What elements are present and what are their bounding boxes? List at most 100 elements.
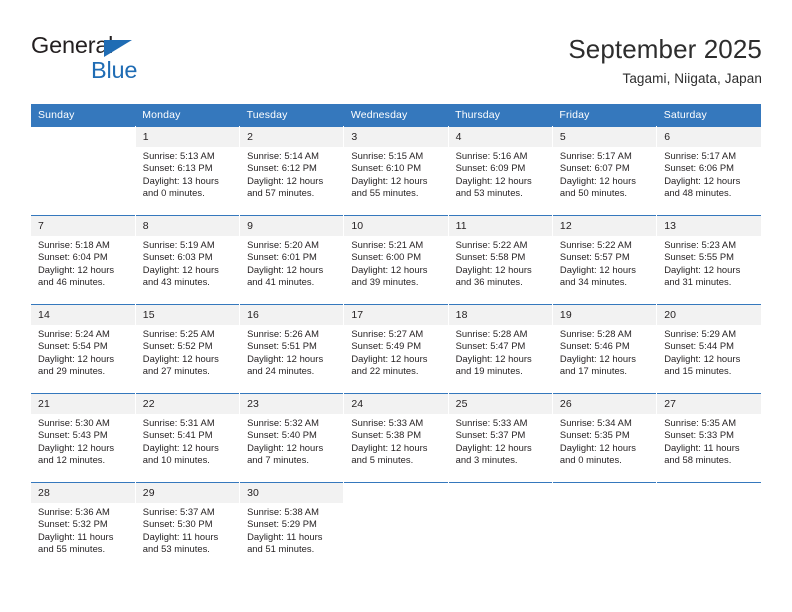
day-daylight-2-text: and 31 minutes. [664, 276, 732, 288]
calendar-day-cell[interactable]: 13 Sunrise: 5:23 AM Sunset: 5:55 PM Dayligh… [656, 215, 761, 305]
day-sun-info: Sunrise: 5:29 AM Sunset: 5:44 PM Daylight:… [657, 325, 761, 378]
day-daylight-1-text: Daylight: 12 hours [38, 441, 115, 453]
calendar-day-cell[interactable]: 8 Sunrise: 5:19 AM Sunset: 6:03 PM Daylight… [135, 215, 241, 305]
day-cell-content: 17 Sunrise: 5:27 AM Sunset: 5:49 PM Dayligh… [344, 305, 448, 393]
calendar-day-cell[interactable]: 26 Sunrise: 5:34 AM Sunset: 5:35 PM Dayligh… [552, 393, 658, 483]
calendar-day-cell[interactable]: 15 Sunrise: 5:25 AM Sunset: 5:52 PM Dayligh… [135, 304, 241, 394]
day-daylight-2-text: and 17 minutes. [559, 365, 628, 377]
day-sun-info: Sunrise: 5:26 AM Sunset: 5:51 PM Daylight:… [240, 325, 343, 378]
day-daylight-1-text: Daylight: 12 hours [247, 441, 324, 453]
day-daylight-2-text: and 50 minutes. [559, 187, 628, 199]
day-cell-content: 18 Sunrise: 5:28 AM Sunset: 5:47 PM Dayligh… [448, 305, 552, 393]
day-sunset-text: Sunset: 6:04 PM [38, 251, 108, 263]
day-cell-content [657, 483, 761, 571]
calendar-day-cell[interactable]: 28 Sunrise: 5:36 AM Sunset: 5:32 PM Dayligh… [31, 482, 136, 572]
day-daylight-1-text: Daylight: 12 hours [142, 441, 219, 453]
calendar-day-cell[interactable]: 7 Sunrise: 5:18 AM Sunset: 6:04 PM Daylight… [31, 215, 136, 305]
calendar-day-cell[interactable]: 30 Sunrise: 5:38 AM Sunset: 5:29 PM Dayligh… [239, 482, 345, 572]
day-number: 7 [31, 216, 135, 236]
calendar-day-cell[interactable]: 6 Sunrise: 5:17 AM Sunset: 6:06 PM Daylight… [656, 126, 761, 216]
day-sun-info: Sunrise: 5:33 AM Sunset: 5:38 PM Daylight:… [344, 414, 447, 467]
calendar-day-cell[interactable]: 20 Sunrise: 5:29 AM Sunset: 5:44 PM Dayligh… [656, 304, 761, 394]
day-sun-info: Sunrise: 5:14 AM Sunset: 6:12 PM Daylight:… [240, 147, 343, 200]
day-sun-info: Sunrise: 5:24 AM Sunset: 5:54 PM Daylight:… [31, 325, 135, 378]
day-number [552, 483, 657, 503]
day-sunset-text: Sunset: 6:03 PM [142, 251, 213, 263]
day-sun-info: Sunrise: 5:38 AM Sunset: 5:29 PM Daylight:… [240, 503, 343, 556]
calendar-day-cell[interactable]: 2 Sunrise: 5:14 AM Sunset: 6:12 PM Daylight… [239, 126, 345, 216]
day-sunset-text: Sunset: 6:13 PM [142, 162, 213, 174]
calendar-day-cell[interactable]: 29 Sunrise: 5:37 AM Sunset: 5:30 PM Dayligh… [135, 482, 241, 572]
calendar-day-cell-empty [448, 482, 553, 572]
calendar-day-cell[interactable]: 4 Sunrise: 5:16 AM Sunset: 6:09 PM Daylight… [448, 126, 553, 216]
calendar-day-cell[interactable]: 14 Sunrise: 5:24 AM Sunset: 5:54 PM Dayligh… [31, 304, 136, 394]
day-cell-content: 26 Sunrise: 5:34 AM Sunset: 5:35 PM Dayligh… [552, 394, 657, 482]
calendar-day-cell[interactable]: 9 Sunrise: 5:20 AM Sunset: 6:01 PM Daylight… [239, 215, 345, 305]
day-sunrise-text: Sunrise: 5:20 AM [247, 239, 319, 250]
calendar-day-cell[interactable]: 12 Sunrise: 5:22 AM Sunset: 5:57 PM Dayligh… [552, 215, 658, 305]
calendar-day-cell[interactable]: 17 Sunrise: 5:27 AM Sunset: 5:49 PM Dayligh… [343, 304, 449, 394]
calendar-day-cell[interactable]: 19 Sunrise: 5:28 AM Sunset: 5:46 PM Dayligh… [552, 304, 658, 394]
day-sunset-text: Sunset: 5:30 PM [142, 518, 213, 530]
day-sunset-text: Sunset: 6:01 PM [247, 251, 317, 263]
day-number: 15 [135, 305, 240, 325]
day-cell-content: 1 Sunrise: 5:13 AM Sunset: 6:13 PM Daylight… [135, 127, 240, 215]
day-daylight-2-text: and 48 minutes. [664, 187, 732, 199]
day-sun-info: Sunrise: 5:15 AM Sunset: 6:10 PM Daylight:… [344, 147, 447, 200]
day-sun-info: Sunrise: 5:34 AM Sunset: 5:35 PM Daylight:… [553, 414, 656, 467]
day-number: 22 [135, 394, 240, 414]
day-sunrise-text: Sunrise: 5:16 AM [455, 150, 528, 161]
calendar-day-cell[interactable]: 27 Sunrise: 5:35 AM Sunset: 5:33 PM Dayligh… [656, 393, 761, 483]
day-sunrise-text: Sunrise: 5:17 AM [559, 150, 632, 161]
calendar-day-cell[interactable]: 10 Sunrise: 5:21 AM Sunset: 6:00 PM Dayligh… [343, 215, 449, 305]
calendar-week-row: 7 Sunrise: 5:18 AM Sunset: 6:04 PM Daylight… [31, 215, 761, 305]
calendar-day-cell[interactable]: 11 Sunrise: 5:22 AM Sunset: 5:58 PM Dayligh… [448, 215, 553, 305]
day-sunset-text: Sunset: 6:12 PM [247, 162, 317, 174]
day-cell-content [31, 127, 135, 215]
day-sunrise-text: Sunrise: 5:24 AM [38, 328, 110, 339]
day-number [344, 483, 448, 503]
day-number: 6 [657, 127, 761, 147]
day-sunrise-text: Sunrise: 5:30 AM [38, 417, 110, 428]
day-sunset-text: Sunset: 5:57 PM [559, 251, 630, 263]
day-sun-info: Sunrise: 5:28 AM Sunset: 5:47 PM Daylight:… [449, 325, 552, 378]
logo-text-blue: Blue [91, 57, 138, 83]
day-number: 1 [135, 127, 240, 147]
day-sun-info: Sunrise: 5:33 AM Sunset: 5:37 PM Daylight:… [449, 414, 552, 467]
day-daylight-2-text: and 15 minutes. [664, 365, 732, 377]
day-sunrise-text: Sunrise: 5:26 AM [247, 328, 319, 339]
calendar-week-row: 28 Sunrise: 5:36 AM Sunset: 5:32 PM Dayligh… [31, 482, 761, 572]
day-cell-content: 29 Sunrise: 5:37 AM Sunset: 5:30 PM Dayligh… [135, 483, 240, 571]
calendar-day-cell[interactable]: 23 Sunrise: 5:32 AM Sunset: 5:40 PM Dayligh… [239, 393, 345, 483]
day-sunset-text: Sunset: 6:09 PM [455, 162, 526, 174]
day-sunrise-text: Sunrise: 5:13 AM [142, 150, 215, 161]
day-daylight-1-text: Daylight: 12 hours [455, 441, 532, 453]
calendar-day-cell[interactable]: 3 Sunrise: 5:15 AM Sunset: 6:10 PM Daylight… [343, 126, 449, 216]
day-sunrise-text: Sunrise: 5:17 AM [664, 150, 737, 161]
day-number: 14 [31, 305, 135, 325]
day-daylight-1-text: Daylight: 12 hours [247, 352, 324, 364]
calendar-day-cell[interactable]: 24 Sunrise: 5:33 AM Sunset: 5:38 PM Dayligh… [343, 393, 449, 483]
day-sun-info: Sunrise: 5:22 AM Sunset: 5:58 PM Daylight:… [449, 236, 552, 289]
weekday-header-sunday: Sunday [31, 104, 136, 127]
day-daylight-1-text: Daylight: 12 hours [559, 352, 637, 364]
calendar-day-cell[interactable]: 22 Sunrise: 5:31 AM Sunset: 5:41 PM Dayligh… [135, 393, 241, 483]
calendar-day-cell[interactable]: 1 Sunrise: 5:13 AM Sunset: 6:13 PM Daylight… [135, 126, 241, 216]
calendar-day-cell[interactable]: 21 Sunrise: 5:30 AM Sunset: 5:43 PM Dayligh… [31, 393, 136, 483]
day-sun-info: Sunrise: 5:22 AM Sunset: 5:57 PM Daylight:… [553, 236, 656, 289]
weekday-header-wednesday: Wednesday [343, 104, 449, 127]
weekday-header-thursday: Thursday [448, 104, 553, 127]
calendar-day-cell[interactable]: 5 Sunrise: 5:17 AM Sunset: 6:07 PM Daylight… [552, 126, 658, 216]
day-number [31, 127, 135, 147]
day-sunset-text: Sunset: 5:44 PM [664, 340, 734, 352]
calendar-day-cell[interactable]: 16 Sunrise: 5:26 AM Sunset: 5:51 PM Dayligh… [239, 304, 345, 394]
calendar-day-cell[interactable]: 18 Sunrise: 5:28 AM Sunset: 5:47 PM Dayligh… [448, 304, 553, 394]
day-number: 10 [344, 216, 448, 236]
day-sun-info: Sunrise: 5:23 AM Sunset: 5:55 PM Daylight:… [657, 236, 761, 289]
day-sunrise-text: Sunrise: 5:38 AM [247, 506, 319, 517]
day-sun-info: Sunrise: 5:32 AM Sunset: 5:40 PM Daylight:… [240, 414, 343, 467]
day-daylight-2-text: and 19 minutes. [455, 365, 523, 377]
day-sunrise-text: Sunrise: 5:22 AM [455, 239, 528, 250]
day-cell-content: 3 Sunrise: 5:15 AM Sunset: 6:10 PM Daylight… [344, 127, 448, 215]
calendar-day-cell[interactable]: 25 Sunrise: 5:33 AM Sunset: 5:37 PM Dayligh… [448, 393, 553, 483]
